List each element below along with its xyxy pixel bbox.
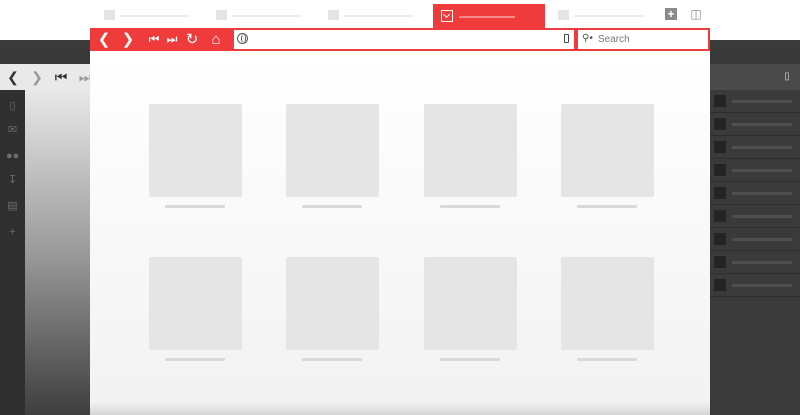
- globe-icon: [237, 33, 248, 44]
- tile-caption-placeholder: [577, 358, 637, 361]
- tile-caption-placeholder: [440, 205, 500, 208]
- tile-thumbnail: [424, 104, 517, 197]
- speed-dial-tile[interactable]: [424, 257, 517, 372]
- vivaldi-favicon-icon: [441, 10, 453, 22]
- tile-thumbnail: [149, 104, 242, 197]
- tab[interactable]: [318, 3, 428, 25]
- blank-favicon-icon: [328, 10, 339, 20]
- background-page: [25, 90, 95, 415]
- background-nav-buttons: ❮ ❯ ⏮ ⏭: [4, 68, 94, 86]
- search-engine-icon[interactable]: ⚲•: [582, 32, 593, 46]
- search-input[interactable]: [598, 31, 702, 47]
- background-list-row: [710, 136, 800, 159]
- tile-caption-placeholder: [577, 205, 637, 208]
- speed-dial-tile[interactable]: [561, 257, 654, 372]
- background-list-row: [710, 159, 800, 182]
- background-list-row: [710, 274, 800, 297]
- address-input[interactable]: [252, 31, 552, 47]
- speed-dial-tile[interactable]: [286, 104, 379, 219]
- background-contacts-icon: ●●: [6, 150, 20, 162]
- background-notes-icon: ▤: [7, 200, 18, 212]
- tile-thumbnail: [286, 104, 379, 197]
- tile-thumbnail: [561, 257, 654, 350]
- blank-favicon-icon: [558, 10, 569, 20]
- tab-title-placeholder: [232, 15, 302, 17]
- blank-favicon-icon: [216, 10, 227, 20]
- tab[interactable]: [548, 3, 658, 25]
- speed-dial-page: [90, 51, 710, 415]
- search-field[interactable]: ⚲•: [578, 30, 708, 49]
- background-bookmarks-icon: ▯: [9, 100, 16, 112]
- background-sidebar: [0, 90, 25, 415]
- tab[interactable]: [94, 3, 204, 25]
- background-list-row: [710, 182, 800, 205]
- fast-forward-icon[interactable]: ⏭: [163, 30, 181, 49]
- home-icon[interactable]: ⌂: [207, 30, 225, 49]
- background-list-row: [710, 251, 800, 274]
- background-list-row: [710, 228, 800, 251]
- background-downloads-icon: ↧: [7, 174, 18, 186]
- tile-thumbnail: [149, 257, 242, 350]
- back-icon[interactable]: ❮: [95, 30, 113, 49]
- tile-caption-placeholder: [165, 358, 225, 361]
- tile-thumbnail: [561, 104, 654, 197]
- tab-title-placeholder: [459, 16, 515, 18]
- trash-icon[interactable]: ◫: [690, 8, 702, 20]
- background-list-row: [710, 205, 800, 228]
- speed-dial-tile[interactable]: [149, 104, 242, 219]
- background-back-icon: ❮: [7, 69, 19, 85]
- tile-thumbnail: [286, 257, 379, 350]
- tab-active[interactable]: [433, 4, 545, 28]
- tile-caption-placeholder: [440, 358, 500, 361]
- new-tab-icon[interactable]: +: [665, 8, 677, 20]
- tile-thumbnail: [424, 257, 517, 350]
- speed-dial-tile[interactable]: [286, 257, 379, 372]
- background-list-row: [710, 113, 800, 136]
- window-bottom-shadow: [90, 402, 710, 415]
- rewind-icon[interactable]: ⏮: [145, 30, 163, 49]
- background-add-panel-icon: +: [9, 226, 16, 238]
- bookmark-icon[interactable]: [564, 34, 569, 43]
- forward-icon[interactable]: ❯: [119, 30, 137, 49]
- background-rewind-icon: ⏮: [54, 69, 68, 85]
- speed-dial-tile[interactable]: [149, 257, 242, 372]
- tile-caption-placeholder: [302, 358, 362, 361]
- background-bookmark-icon: ▯: [784, 71, 790, 82]
- address-bar[interactable]: [234, 30, 574, 49]
- tile-caption-placeholder: [302, 205, 362, 208]
- reload-icon[interactable]: ↻: [183, 30, 201, 49]
- blank-favicon-icon: [104, 10, 115, 20]
- tab-strip: + ◫: [90, 0, 710, 28]
- tab-title-placeholder: [344, 15, 414, 17]
- background-list-row: [710, 90, 800, 113]
- background-mail-icon: ✉: [7, 124, 18, 136]
- background-forward-icon: ❯: [31, 69, 43, 85]
- speed-dial-tile[interactable]: [424, 104, 517, 219]
- tile-caption-placeholder: [165, 205, 225, 208]
- tab-title-placeholder: [120, 15, 190, 17]
- speed-dial-tile[interactable]: [561, 104, 654, 219]
- tab-title-placeholder: [574, 15, 644, 17]
- tab[interactable]: [206, 3, 316, 25]
